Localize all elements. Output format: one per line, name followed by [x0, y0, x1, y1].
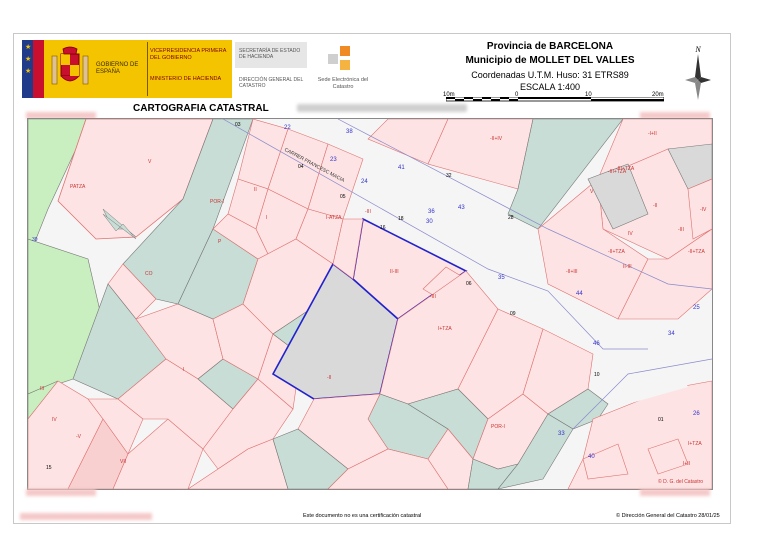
- scale-label-0: 0: [515, 92, 519, 98]
- scale-label-20m: 20m: [652, 92, 664, 98]
- ministerio-label: MINISTERIO DE HACIENDA: [150, 76, 222, 82]
- parcel-number: 16: [380, 225, 386, 231]
- coordinates-label: Coordenadas U.T.M. Huso: 31 ETRS89: [471, 70, 629, 80]
- portal-number: 39: [32, 237, 38, 243]
- footer-copyright: © Dirección General del Catastro 28/01/2…: [616, 513, 720, 519]
- cartography-title: CARTOGRAFIA CATASTRAL: [133, 103, 269, 114]
- portal-number: 38: [346, 129, 353, 135]
- sede-electronica-logo-icon: [328, 46, 350, 70]
- parcel-number: 04: [298, 164, 304, 170]
- portal-number: 34: [668, 331, 675, 337]
- redacted-mark: [640, 489, 710, 496]
- parcel-number: 01: [658, 417, 664, 423]
- portal-number: 43: [458, 205, 465, 211]
- municipio-title: Municipio de MOLLET DEL VALLES: [465, 55, 635, 66]
- portal-number: 46: [593, 341, 600, 347]
- parcel-number: 32: [446, 173, 452, 179]
- north-arrow-icon: N: [685, 45, 711, 100]
- portal-number: 36: [428, 209, 435, 215]
- parcel-number: 18: [398, 216, 404, 222]
- redacted-footer-ref: [20, 513, 152, 520]
- portal-number: 33: [558, 431, 565, 437]
- direccion-label: DIRECCIÓN GENERAL DEL CATASTRO: [239, 77, 304, 89]
- flag-stripe: [33, 40, 44, 98]
- scale-label: ESCALA 1:400: [519, 82, 581, 92]
- sede-label: Sede Electrónica del Catastro: [317, 77, 369, 90]
- use-label: I: [266, 215, 268, 221]
- vicepresidencia-label: VICEPRESIDENCIA PRIMERA DEL GOBIERNO: [150, 48, 227, 61]
- scale-bar: [446, 97, 664, 102]
- use-label: PATZA: [70, 184, 86, 190]
- secretaria-label: SECRETARÍA DE ESTADO DE HACIENDA: [239, 48, 301, 60]
- portal-number: 35: [498, 275, 505, 281]
- north-label: N: [694, 45, 701, 54]
- parcel-number: 15: [46, 465, 52, 471]
- redacted-reference: [297, 104, 467, 112]
- use-label: CO: [145, 271, 153, 277]
- use-label: -II: [653, 203, 658, 209]
- use-label: -II+TZA: [688, 249, 705, 255]
- use-label: II-III: [623, 264, 632, 270]
- use-label: -V: [76, 434, 81, 440]
- use-label: V: [148, 159, 152, 165]
- portal-number: 40: [588, 454, 595, 460]
- use-label: POR-I: [210, 199, 224, 205]
- use-label: -I+II: [648, 131, 657, 137]
- portal-number: 25: [693, 305, 700, 311]
- scale-label-10m: 10m: [443, 92, 455, 98]
- portal-number: 22: [284, 125, 291, 131]
- use-label: -II+TZA: [608, 249, 625, 255]
- logo-divider: [147, 42, 148, 96]
- use-label: II: [254, 187, 257, 193]
- use-label: -II+III: [566, 269, 578, 275]
- cadastral-map[interactable]: CARRER FRANCESC MACIA 03 04 05 06 09 10 …: [27, 118, 713, 490]
- use-label: II-III: [390, 269, 399, 275]
- use-label: I+II: [683, 461, 691, 467]
- parcel-number: 03: [235, 122, 241, 128]
- use-label: I+TZA: [438, 326, 452, 332]
- use-label: -III: [430, 294, 436, 300]
- map-copyright: © D. G. del Catastro: [658, 479, 704, 485]
- parcel-number: 10: [594, 372, 600, 378]
- use-label: I+TZA: [688, 441, 702, 447]
- use-label: P: [218, 239, 222, 245]
- use-label: V: [590, 189, 594, 195]
- parcel-number: 06: [466, 281, 472, 287]
- use-label: IV: [628, 231, 633, 237]
- portal-number: 23: [330, 157, 337, 163]
- use-label: -III+TZA: [608, 169, 627, 175]
- use-label: -IV: [700, 207, 707, 213]
- use-label: POR-I: [491, 424, 505, 430]
- use-label: VII: [120, 459, 127, 465]
- coat-of-arms-icon: [51, 46, 89, 85]
- use-label: IV: [52, 417, 57, 423]
- portal-number: 30: [426, 219, 433, 225]
- use-label: -II: [327, 375, 332, 381]
- use-label: I: [183, 367, 185, 373]
- parcel-number: 28: [508, 215, 514, 221]
- portal-number: 44: [576, 291, 583, 297]
- footer-disclaimer: Este documento no es una certificación c…: [303, 513, 422, 519]
- provincia-title: Provincia de BARCELONA: [486, 41, 614, 52]
- parcel-number: 09: [510, 311, 516, 317]
- gobierno-label: GOBIERNO DE ESPAÑA: [96, 62, 139, 75]
- redacted-mark: [26, 489, 96, 496]
- portal-number: 24: [361, 179, 368, 185]
- portal-number: 41: [398, 165, 405, 171]
- use-label: III: [40, 386, 45, 392]
- scale-label-10: 10: [585, 92, 592, 98]
- use-label: -III: [365, 209, 371, 215]
- use-label: I-ATZA: [326, 215, 342, 221]
- use-label: -III: [678, 227, 684, 233]
- use-label: -II+IV: [490, 136, 503, 142]
- parcel-number: 05: [340, 194, 346, 200]
- portal-number: 26: [693, 411, 700, 417]
